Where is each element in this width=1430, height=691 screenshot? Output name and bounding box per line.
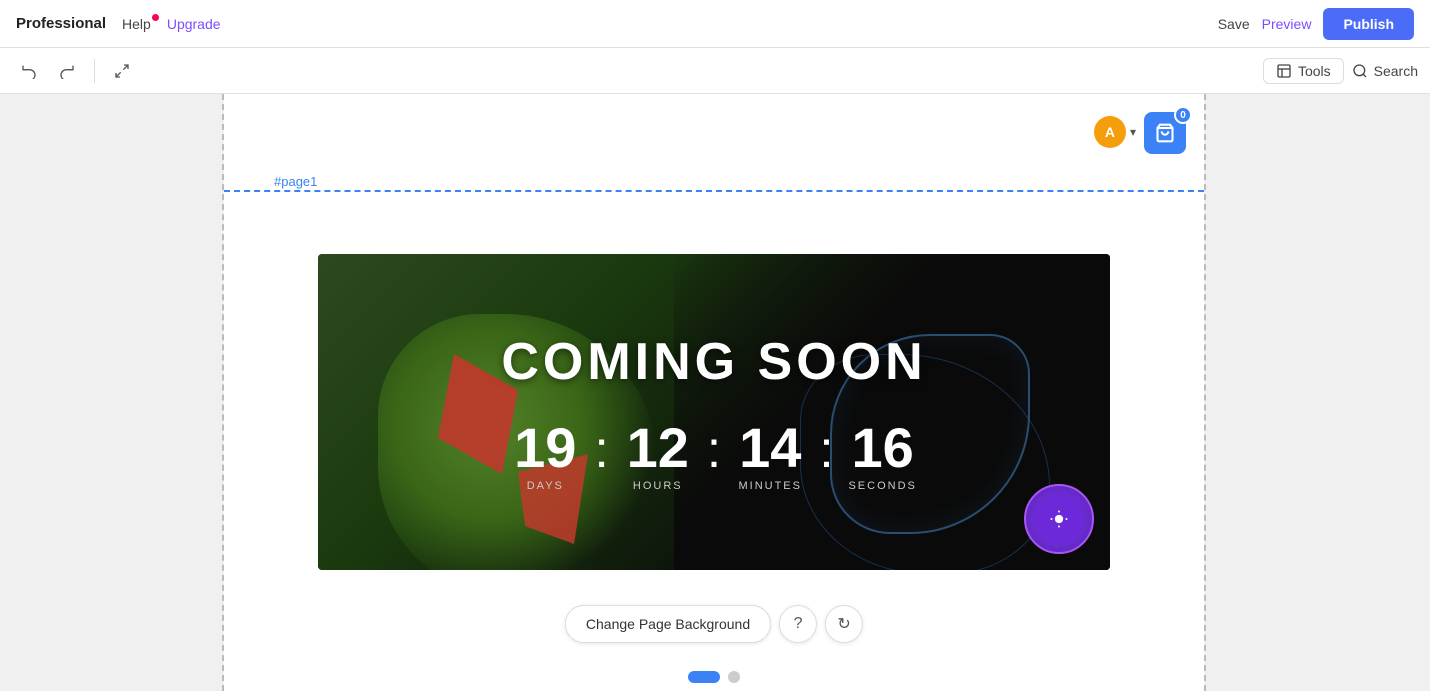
- section-border: [224, 190, 1204, 192]
- help-icon: ?: [794, 615, 803, 633]
- badge-icon: [1049, 509, 1069, 529]
- toolbar: Tools Search: [0, 48, 1430, 94]
- countdown-days: 19 DAYS: [500, 420, 590, 492]
- avatar-chevron-icon: ▾: [1130, 125, 1136, 139]
- help-icon-button[interactable]: ?: [779, 605, 817, 643]
- publish-button[interactable]: Publish: [1323, 8, 1414, 40]
- toolbar-right: Tools Search: [1263, 58, 1418, 84]
- cart-icon[interactable]: 0: [1144, 112, 1186, 154]
- collapse-button[interactable]: [105, 54, 139, 88]
- search-button[interactable]: Search: [1352, 63, 1418, 79]
- canvas-main: 0 A ▾ #page1 COMING S: [224, 94, 1204, 691]
- canvas-left-gutter: [0, 94, 224, 691]
- undo-button[interactable]: [12, 54, 46, 88]
- widget-background: COMING SOON 19 DAYS : 12 HOURS : 14: [318, 254, 1110, 570]
- nav-dot-active[interactable]: [688, 671, 720, 683]
- hours-label: HOURS: [613, 480, 703, 492]
- toolbar-left: [12, 54, 139, 88]
- hours-number: 12: [613, 420, 703, 476]
- refresh-icon-button[interactable]: ↻: [825, 605, 863, 643]
- nav-dot-inactive[interactable]: [728, 671, 740, 683]
- help-notification-dot: [152, 14, 159, 21]
- shopping-bag-icon: [1155, 123, 1175, 143]
- minutes-label: MINUTES: [725, 480, 815, 492]
- save-button[interactable]: Save: [1218, 16, 1250, 32]
- brand-label: Professional: [16, 15, 106, 32]
- seconds-number: 16: [838, 420, 928, 476]
- canvas-right-gutter: [1204, 94, 1430, 691]
- coming-soon-title: COMING SOON: [501, 332, 926, 392]
- minutes-number: 14: [725, 420, 815, 476]
- days-number: 19: [500, 420, 590, 476]
- countdown-seconds: 16 SECONDS: [838, 420, 928, 492]
- navbar-left: Professional Help Upgrade: [16, 15, 221, 32]
- preview-button[interactable]: Preview: [1262, 16, 1312, 32]
- navbar: Professional Help Upgrade Save Preview P…: [0, 0, 1430, 48]
- section-label: #page1: [274, 174, 317, 189]
- countdown-sep2: :: [703, 420, 725, 492]
- tools-button[interactable]: Tools: [1263, 58, 1344, 84]
- canvas-area: 0 A ▾ #page1 COMING S: [0, 94, 1430, 691]
- bottom-nav-area: [688, 671, 740, 683]
- change-background-button[interactable]: Change Page Background: [565, 605, 771, 643]
- help-label[interactable]: Help: [122, 16, 151, 32]
- redo-button[interactable]: [50, 54, 84, 88]
- search-label: Search: [1374, 63, 1418, 79]
- countdown-sep3: :: [815, 420, 837, 492]
- upgrade-link[interactable]: Upgrade: [167, 16, 221, 32]
- coming-soon-widget[interactable]: COMING SOON 19 DAYS : 12 HOURS : 14: [318, 254, 1110, 570]
- toolbar-separator: [94, 59, 95, 83]
- days-label: DAYS: [500, 480, 590, 492]
- seconds-label: SECONDS: [838, 480, 928, 492]
- search-icon: [1352, 63, 1368, 79]
- bottom-toolbar: Change Page Background ? ↻: [565, 605, 863, 643]
- cart-badge: 0: [1174, 106, 1192, 124]
- countdown-hours: 12 HOURS: [613, 420, 703, 492]
- countdown-sep1: :: [590, 420, 612, 492]
- avatar[interactable]: A: [1094, 116, 1126, 148]
- countdown-row: 19 DAYS : 12 HOURS : 14 MINUTES :: [500, 420, 927, 492]
- tools-label: Tools: [1298, 63, 1331, 79]
- purple-badge: [1024, 484, 1094, 554]
- countdown-minutes: 14 MINUTES: [725, 420, 815, 492]
- navbar-right: Save Preview Publish: [1218, 8, 1414, 40]
- refresh-icon: ↻: [837, 614, 850, 634]
- badge-inner: [1034, 494, 1084, 544]
- tools-icon: [1276, 63, 1292, 79]
